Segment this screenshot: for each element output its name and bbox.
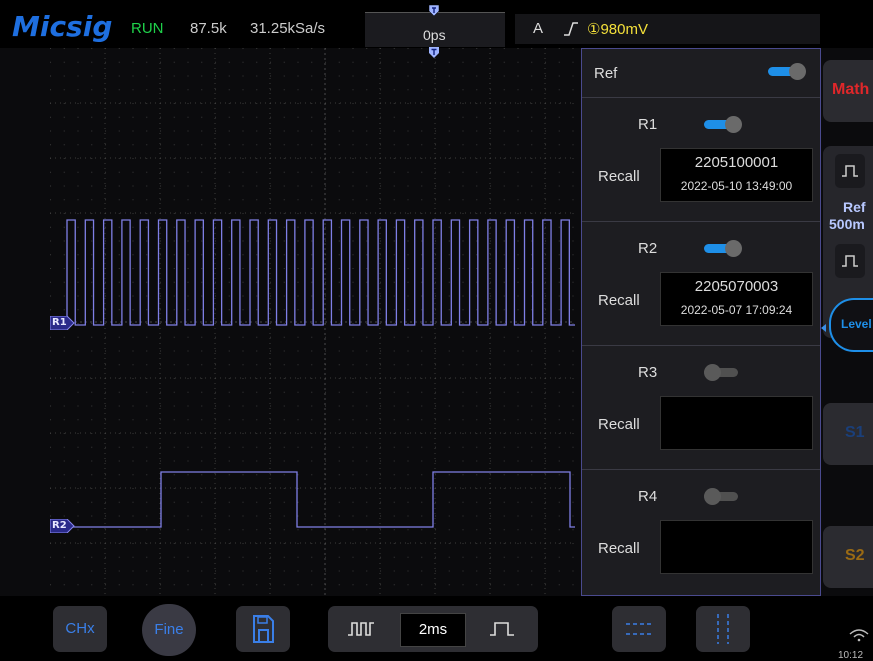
ref-scale-value: 500m	[829, 216, 865, 232]
recall-label: Recall	[598, 540, 640, 557]
s1-button[interactable]: S1	[823, 403, 873, 465]
trigger-mode: A	[533, 20, 544, 37]
fine-button[interactable]: Fine	[142, 604, 196, 656]
recall-label: Recall	[598, 416, 640, 433]
math-button[interactable]: Math	[823, 60, 873, 122]
frequency-readout: 87.5k	[190, 20, 227, 37]
r2-toggle[interactable]	[704, 240, 746, 257]
level-knob-button[interactable]: Level	[829, 298, 873, 352]
vertical-cursor-button[interactable]	[696, 606, 750, 652]
r2-marker[interactable]: R2	[49, 518, 76, 538]
s1-label: S1	[845, 424, 865, 441]
trigger-position-marker-icon[interactable]	[428, 4, 440, 18]
r2-file-box[interactable]: 2205070003 2022-05-07 17:09:24	[660, 272, 813, 326]
r2-file-name: 2205070003	[694, 278, 779, 295]
r1-toggle[interactable]	[704, 116, 746, 133]
s2-label: S2	[845, 547, 865, 564]
ref-panel-title: Ref	[594, 65, 618, 82]
horizontal-cursor-button[interactable]	[612, 606, 666, 652]
r2-file-date: 2022-05-07 17:09:24	[680, 303, 793, 317]
ref-slot-r2: R2 Recall 2205070003 2022-05-07 17:09:24	[582, 221, 820, 346]
rising-edge-icon	[564, 22, 578, 36]
ref-slot-r4: R4 Recall	[582, 469, 820, 596]
timebase-decrease-button[interactable]	[334, 610, 388, 648]
waveform-display[interactable]	[50, 48, 575, 596]
trigger-marker-icon[interactable]	[428, 46, 440, 60]
ref-side-label: Ref	[843, 199, 866, 215]
ref-slot-name: R2	[638, 240, 658, 257]
save-button[interactable]	[236, 606, 290, 652]
chx-button[interactable]: CHx	[53, 606, 107, 652]
top-status-bar: Micsig RUN 87.5k 31.25kSa/s 0ps A ①980mV	[0, 0, 873, 48]
timebase-readout: 2ms	[400, 613, 466, 647]
ref-slot-name: R4	[638, 488, 658, 505]
ref-slot-r3: R3 Recall	[582, 345, 820, 470]
s2-button[interactable]: S2	[823, 526, 873, 588]
r1-file-name: 2205100001	[694, 154, 779, 171]
wide-pulse-icon	[490, 622, 514, 636]
math-label: Math	[832, 81, 870, 98]
run-state[interactable]: RUN	[131, 20, 164, 37]
r2-marker-label: R2	[52, 520, 67, 531]
wifi-icon	[849, 629, 869, 642]
horizontal-cursor-icon	[626, 623, 652, 635]
timebase-group: 2ms	[328, 606, 538, 652]
timebase-value: 2ms	[418, 621, 448, 638]
ref-slot-name: R1	[638, 116, 658, 133]
level-pointer-icon	[820, 320, 828, 338]
r4-toggle[interactable]	[704, 488, 746, 505]
ref-slot-name: R3	[638, 364, 658, 381]
r1-file-date: 2022-05-10 13:49:00	[680, 179, 793, 193]
r3-file-box[interactable]	[660, 396, 813, 450]
chx-label: CHx	[65, 620, 95, 637]
bottom-toolbar: CHx Fine 2ms 10:12	[0, 596, 873, 661]
timebase-increase-button[interactable]	[476, 610, 530, 648]
r4-file-box[interactable]	[660, 520, 813, 574]
fine-label: Fine	[154, 621, 184, 638]
r3-toggle[interactable]	[704, 364, 746, 381]
ref-panel: Ref R1 Recall 2205100001 2022-05-10 13:4…	[581, 48, 821, 596]
sample-rate-readout: 31.25kSa/s	[250, 20, 326, 37]
brand-logo: Micsig	[12, 10, 113, 43]
level-label: Level	[841, 317, 872, 331]
save-file-icon	[253, 615, 274, 643]
recall-label: Recall	[598, 292, 640, 309]
recall-label: Recall	[598, 168, 640, 185]
trigger-level: ①980mV	[587, 21, 648, 38]
ref-master-toggle[interactable]	[768, 63, 810, 80]
r1-marker[interactable]: R1	[49, 315, 76, 335]
pulse-icon	[842, 255, 858, 267]
ref-pulse-down-button[interactable]	[835, 244, 865, 278]
ref-pulse-up-button[interactable]	[835, 154, 865, 188]
vertical-cursor-icon	[717, 614, 729, 644]
pulse-icon	[842, 165, 858, 177]
r1-file-box[interactable]: 2205100001 2022-05-10 13:49:00	[660, 148, 813, 202]
trigger-info[interactable]: A ①980mV	[515, 14, 820, 44]
clock: 10:12	[838, 650, 864, 661]
time-offset-value: 0ps	[423, 27, 446, 43]
r1-marker-label: R1	[52, 317, 67, 328]
ref-slot-r1: R1 Recall 2205100001 2022-05-10 13:49:00	[582, 97, 820, 222]
dense-pulse-icon	[348, 622, 374, 636]
